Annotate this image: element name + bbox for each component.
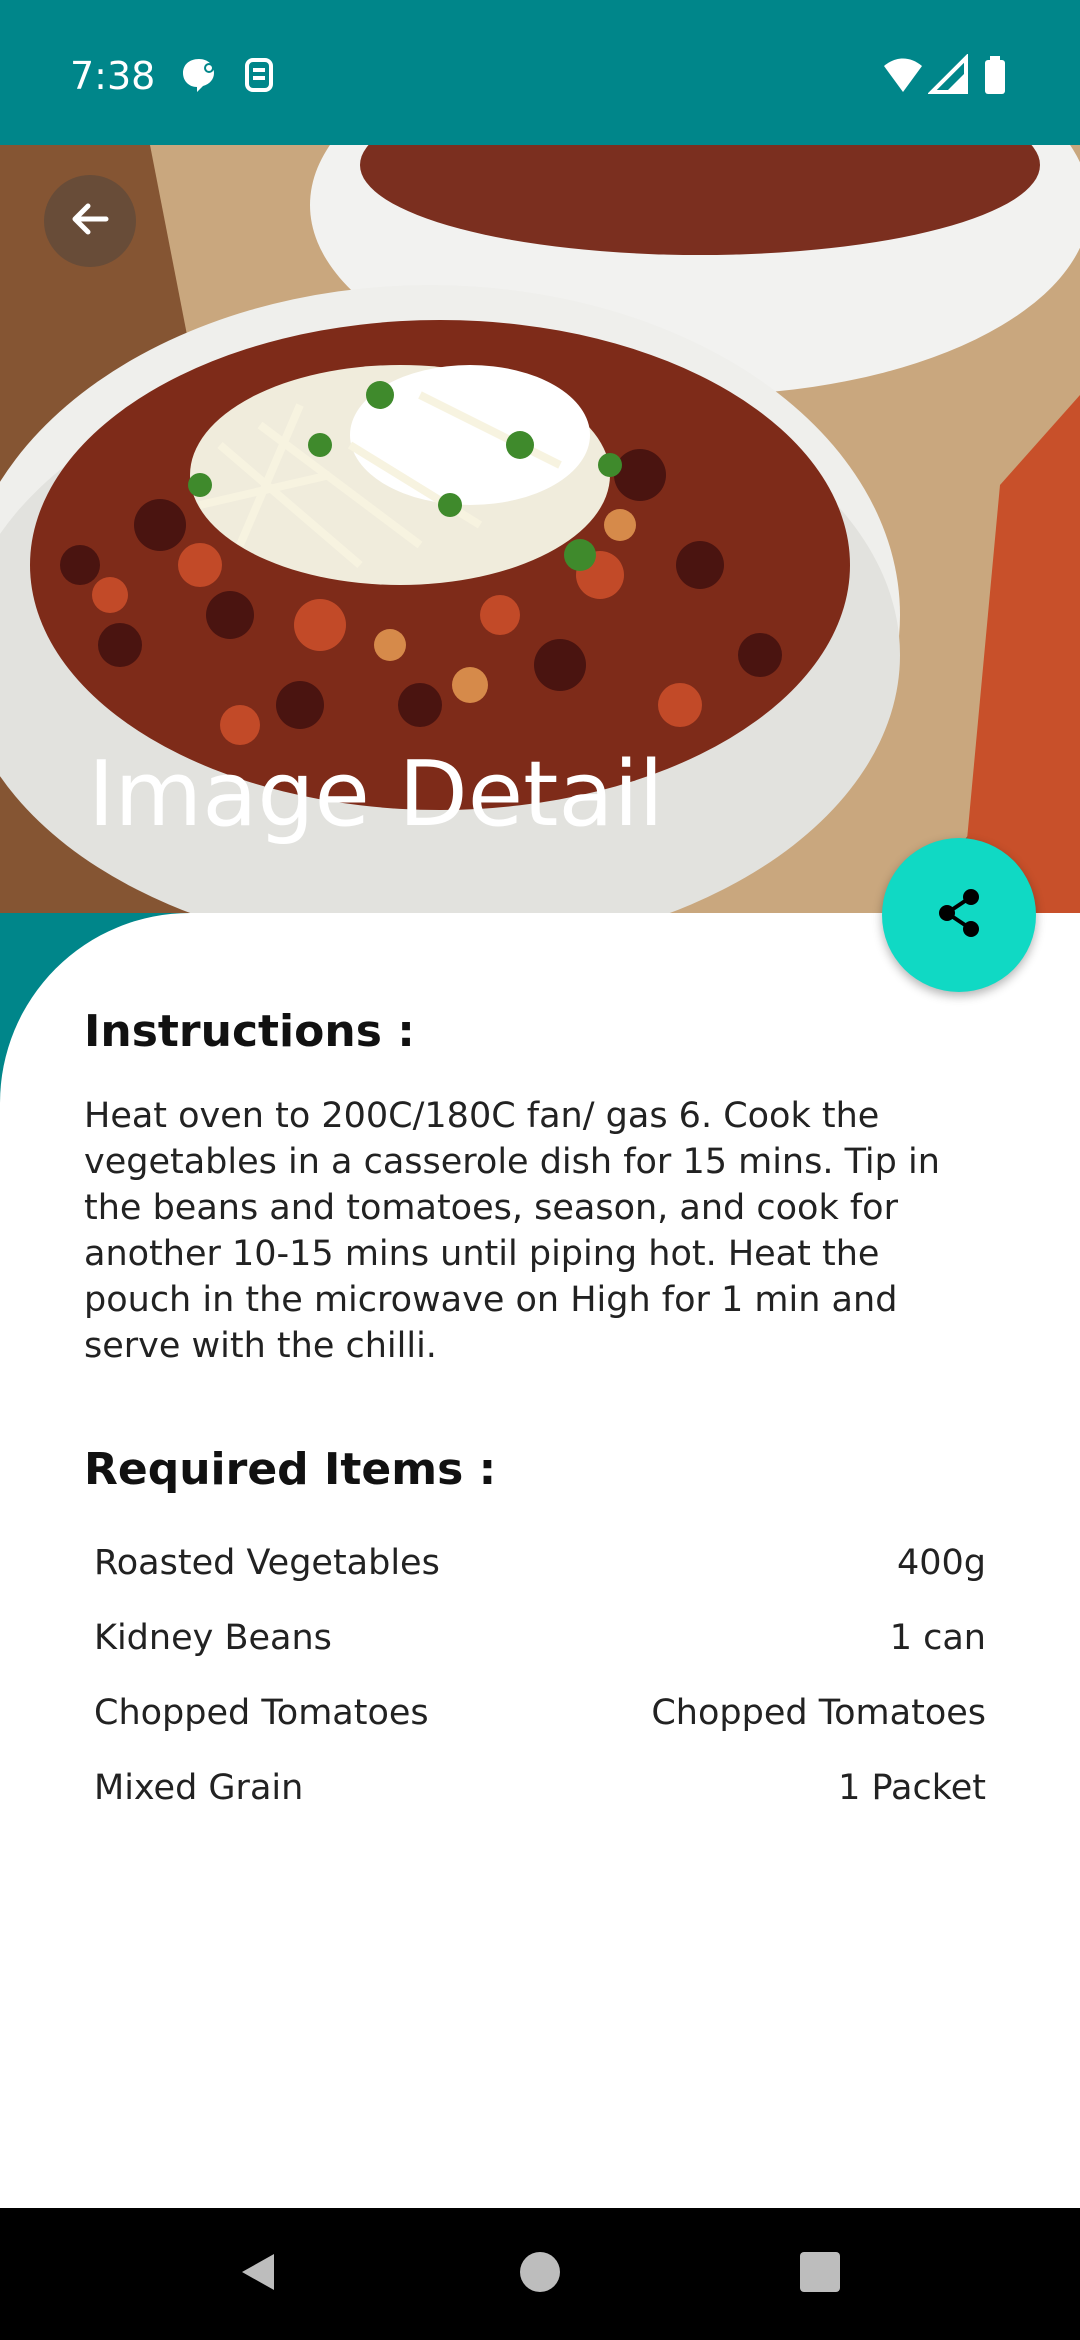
item-quantity: 1 can <box>889 1618 986 1658</box>
signal-icon <box>927 53 970 96</box>
required-items-list: Roasted Vegetables 400g Kidney Beans 1 c… <box>94 1540 986 1840</box>
item-name: Roasted Vegetables <box>94 1543 440 1583</box>
status-bar: 7:38 <box>0 0 1080 145</box>
arrow-back-icon <box>66 195 114 247</box>
list-item: Kidney Beans 1 can <box>94 1615 986 1690</box>
share-button[interactable] <box>882 838 1036 992</box>
recipe-detail-screen: 7:38 Image Detail Instructions: Heat ov… <box>0 0 1080 2340</box>
item-name: Kidney Beans <box>94 1618 332 1658</box>
recents-square-icon <box>798 2250 842 2298</box>
item-quantity: Chopped Tomatoes <box>651 1693 986 1733</box>
instructions-heading: Instructions : <box>84 1006 415 1057</box>
item-quantity: 400g <box>896 1543 986 1583</box>
instructions-text: Heat oven to 200C/180C fan/ gas 6. Cook … <box>84 1096 940 1366</box>
list-item: Chopped Tomatoes Chopped Tomatoes <box>94 1690 986 1765</box>
status-time: 7:38 <box>70 54 156 98</box>
required-items-heading: Required Items : <box>84 1444 497 1495</box>
page-title: Image Detail <box>88 742 664 847</box>
system-navigation-bar <box>0 2208 1080 2340</box>
wifi-icon <box>882 54 924 96</box>
item-name: Mixed Grain <box>94 1768 304 1808</box>
nav-back-button[interactable] <box>228 2244 288 2304</box>
chat-notification-icon <box>178 54 220 96</box>
item-name: Chopped Tomatoes <box>94 1693 429 1733</box>
item-quantity: 1 Packet <box>838 1768 986 1808</box>
list-item: Mixed Grain 1 Packet <box>94 1765 986 1840</box>
nav-recents-button[interactable] <box>790 2244 850 2304</box>
back-triangle-icon <box>236 2250 280 2298</box>
back-button[interactable] <box>44 175 136 267</box>
sim-icon <box>238 54 280 96</box>
list-item: Roasted Vegetables 400g <box>94 1540 986 1615</box>
nav-home-button[interactable] <box>510 2244 570 2304</box>
share-icon <box>931 885 987 945</box>
home-circle-icon <box>518 2250 562 2298</box>
battery-icon <box>974 54 1016 96</box>
